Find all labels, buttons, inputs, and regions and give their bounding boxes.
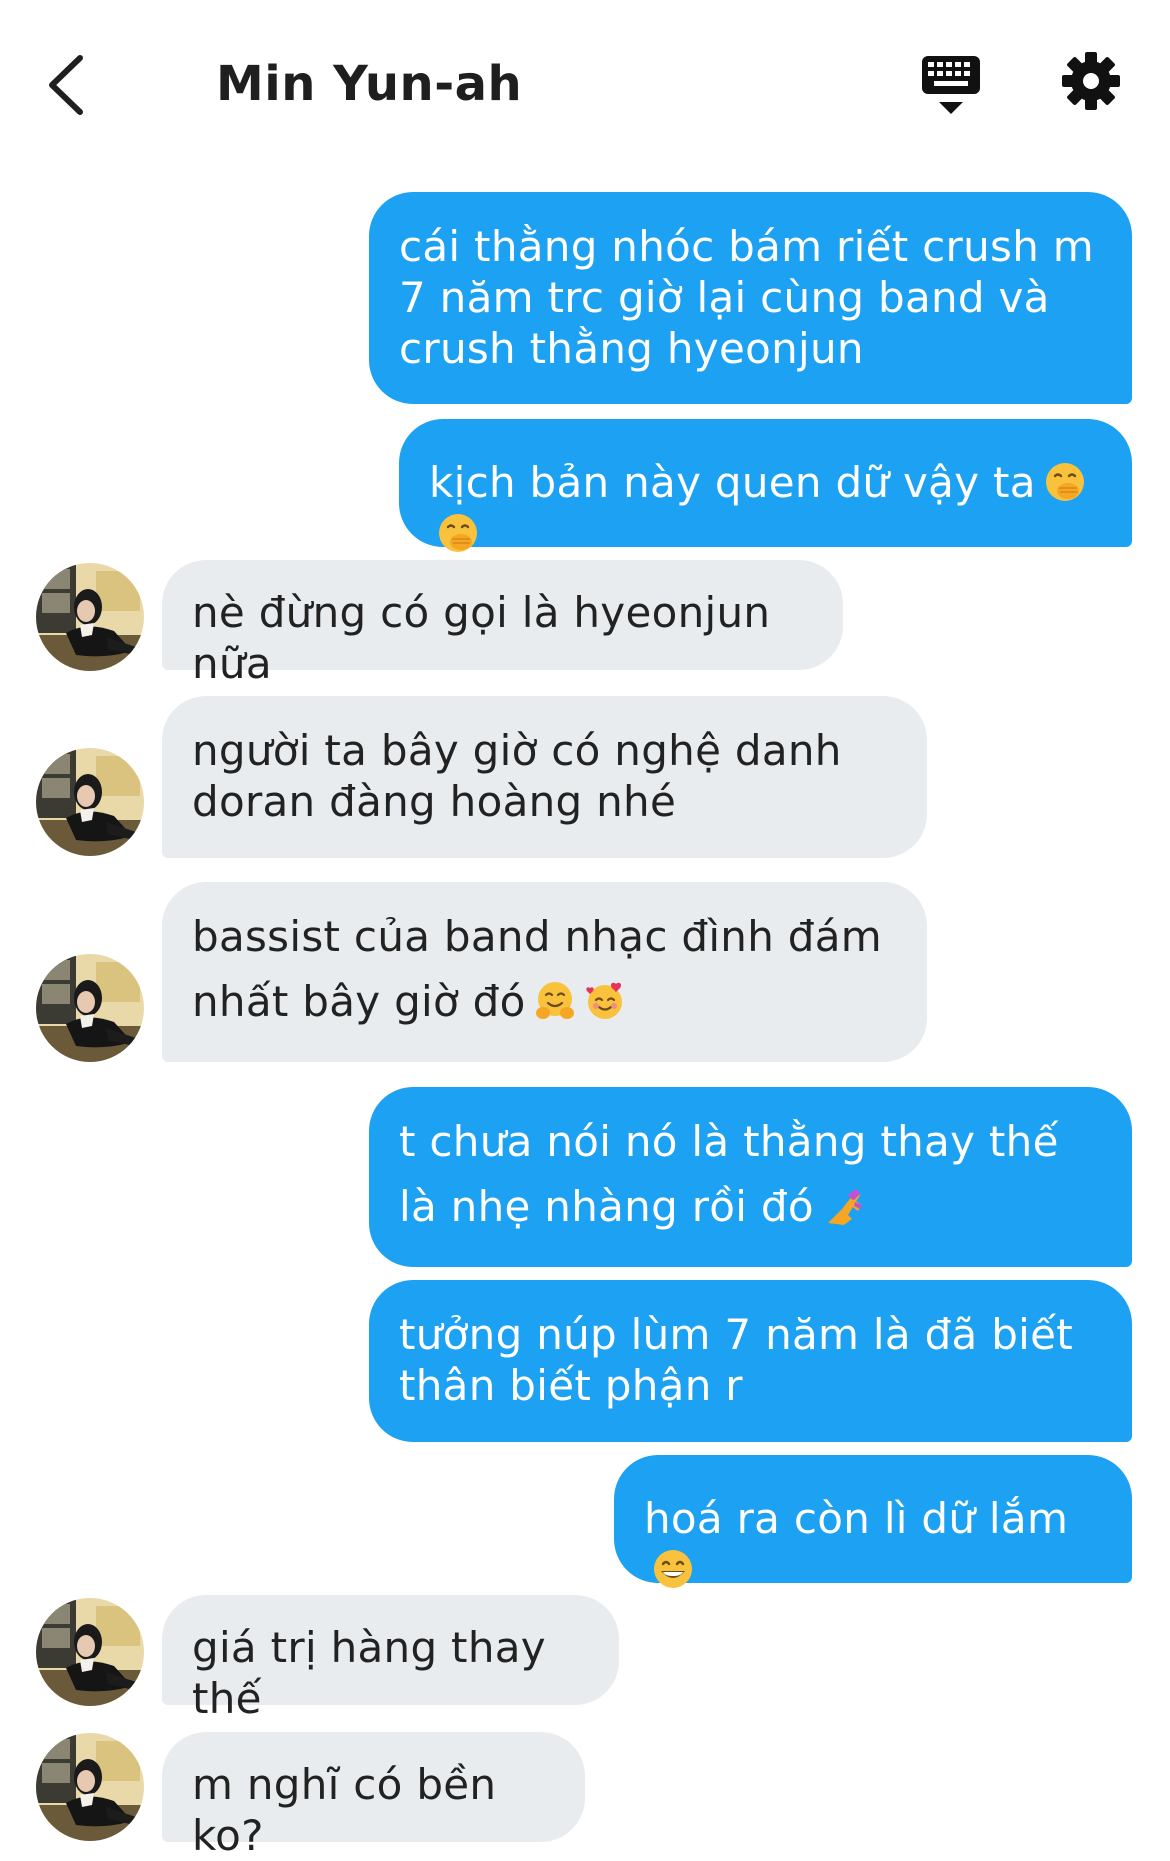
avatar[interactable] bbox=[36, 748, 144, 856]
message-text: tưởng núp lùm 7 năm là đã biết thân biết… bbox=[399, 1310, 1074, 1410]
sent-message[interactable]: cái thằng nhóc bám riết crush m 7 năm tr… bbox=[369, 192, 1132, 404]
message-text: hoá ra còn lì dữ lắm bbox=[644, 1494, 1069, 1543]
back-button[interactable] bbox=[42, 52, 92, 118]
keyboard-button[interactable] bbox=[920, 52, 982, 116]
received-message[interactable]: nè đừng có gọi là hyeonjun nữa bbox=[162, 560, 843, 688]
grinning-face-icon bbox=[652, 1548, 694, 1590]
avatar[interactable] bbox=[36, 1598, 144, 1706]
settings-button[interactable] bbox=[1060, 50, 1122, 112]
message-text: người ta bây giờ có nghệ danh doran đàng… bbox=[192, 726, 842, 826]
keyboard-icon bbox=[922, 56, 980, 114]
gear-icon bbox=[1062, 52, 1120, 110]
contact-name: Min Yun-ah bbox=[216, 56, 523, 112]
sent-message[interactable]: hoá ra còn lì dữ lắm bbox=[614, 1455, 1132, 1583]
message-text: kịch bản này quen dữ vậy ta bbox=[429, 458, 1036, 507]
avatar[interactable] bbox=[36, 1733, 144, 1841]
hugging-face-icon bbox=[534, 980, 576, 1022]
received-message[interactable]: giá trị hàng thay thế bbox=[162, 1595, 619, 1723]
sent-message[interactable]: kịch bản này quen dữ vậy ta bbox=[399, 419, 1132, 547]
received-message[interactable]: người ta bây giờ có nghệ danh doran đàng… bbox=[162, 696, 927, 858]
message-text: nè đừng có gọi là hyeonjun nữa bbox=[192, 588, 771, 688]
avatar[interactable] bbox=[36, 954, 144, 1062]
smiling-face-with-hearts-icon bbox=[584, 980, 626, 1022]
face-with-hand-over-mouth-icon bbox=[1044, 461, 1086, 503]
sent-message[interactable]: tưởng núp lùm 7 năm là đã biết thân biết… bbox=[369, 1280, 1132, 1442]
sent-message[interactable]: t chưa nói nó là thằng thay thế là nhẹ n… bbox=[369, 1087, 1132, 1267]
face-with-hand-over-mouth-icon bbox=[437, 512, 479, 554]
message-text: cái thằng nhóc bám riết crush m 7 năm tr… bbox=[399, 222, 1094, 373]
conversation-header: Min Yun-ah bbox=[0, 0, 1170, 170]
received-message[interactable]: m nghĩ có bền ko? bbox=[162, 1732, 585, 1860]
chevron-left-icon bbox=[49, 55, 83, 115]
message-text: giá trị hàng thay thế bbox=[192, 1623, 546, 1723]
received-message[interactable]: bassist của band nhạc đình đám nhất bây … bbox=[162, 882, 927, 1062]
nail-polish-icon bbox=[822, 1185, 864, 1227]
message-text: t chưa nói nó là thằng thay thế là nhẹ n… bbox=[399, 1117, 1059, 1231]
avatar[interactable] bbox=[36, 563, 144, 671]
message-text: m nghĩ có bền ko? bbox=[192, 1760, 497, 1860]
